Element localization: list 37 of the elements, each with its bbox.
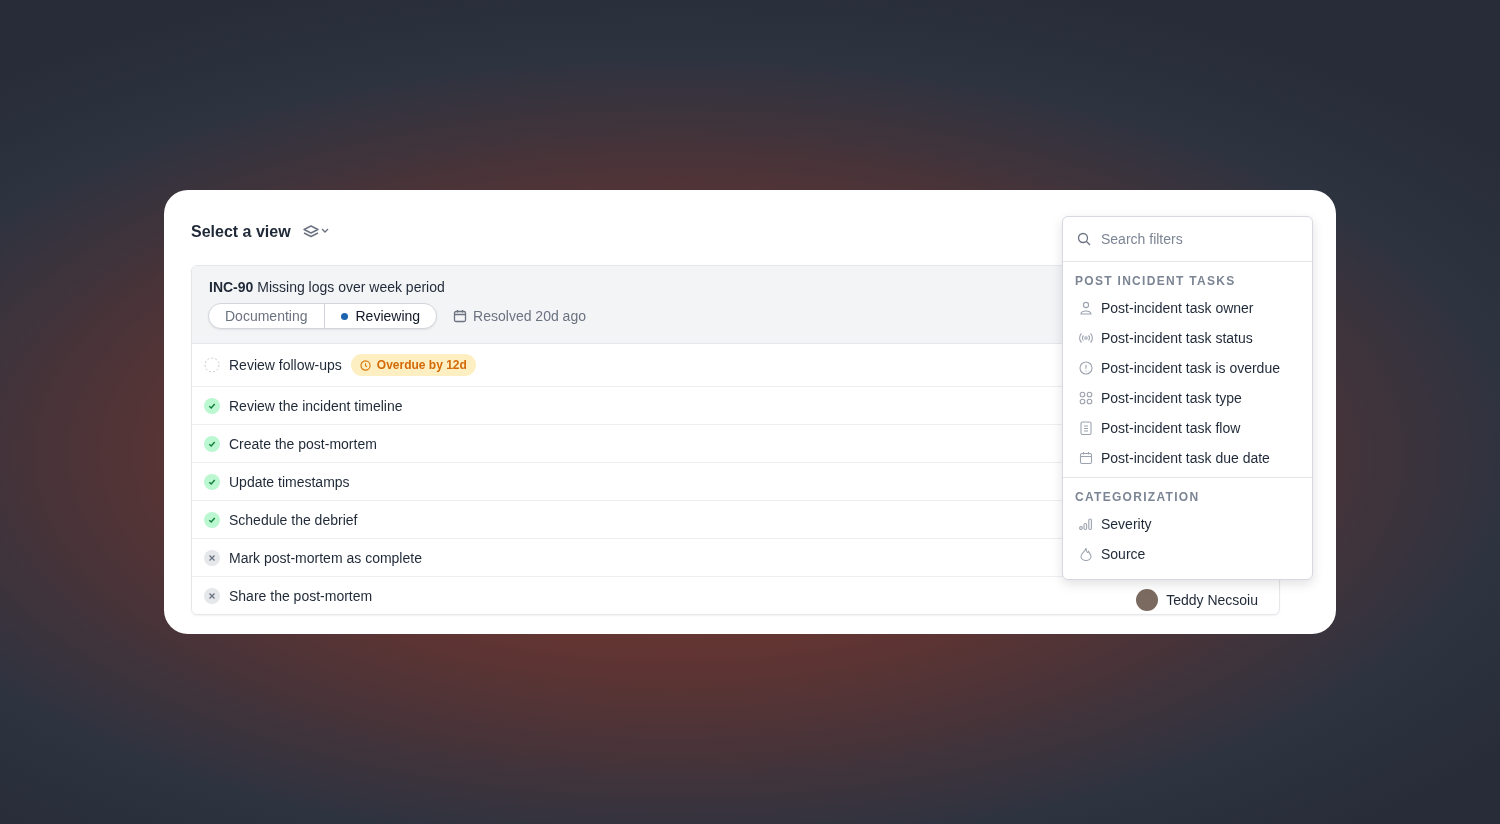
flame-icon (1079, 547, 1093, 561)
filter-option[interactable]: Post-incident task due date (1063, 443, 1312, 473)
filter-option[interactable]: Post-incident task type (1063, 383, 1312, 413)
task-name[interactable]: Review the incident timeline (229, 397, 403, 414)
view-title: Select a view (191, 223, 291, 241)
avatar (1136, 588, 1159, 611)
task-name[interactable]: Schedule the debrief (229, 511, 358, 528)
filter-option[interactable]: Post-incident task status (1063, 323, 1312, 353)
filter-option[interactable]: Post-incident task is overdue (1063, 353, 1312, 383)
calendar-icon (453, 309, 468, 323)
search-field[interactable]: Search filters (1099, 230, 1283, 248)
calendar-icon (1079, 451, 1093, 465)
filter-option[interactable]: Severity (1063, 509, 1312, 539)
signal-icon (1079, 331, 1093, 345)
person-icon (1079, 301, 1093, 315)
group-heading: CATEGORIZATION (1074, 490, 1201, 506)
filter-option[interactable]: Source (1063, 539, 1312, 569)
group-heading: POST INCIDENT TASKS (1074, 274, 1237, 290)
search-icon (1077, 232, 1091, 246)
task-name[interactable]: Update timestamps (229, 473, 350, 490)
owner-name: Teddy Necsoiu (1166, 591, 1258, 608)
bar-chart-icon (1079, 517, 1093, 531)
overdue-badge: Overdue by 12d (350, 354, 476, 376)
incident-title: INC-90 Missing logs over week period (209, 279, 445, 295)
resolved-time: Resolved 20d ago (473, 308, 586, 324)
status-step[interactable]: Documenting (209, 304, 324, 328)
task-name[interactable]: Create the post-mortem (229, 435, 377, 452)
status-step[interactable]: Reviewing (323, 304, 437, 328)
clipboard-icon (1079, 421, 1093, 435)
task-name[interactable]: Share the post-mortem (229, 587, 373, 604)
layers-icon[interactable] (302, 224, 331, 240)
filter-option[interactable]: Post-incident task flow (1063, 413, 1312, 443)
task-name[interactable]: Mark post-mortem as complete (229, 549, 422, 566)
filter-option[interactable]: Post-incident task owner (1063, 293, 1312, 323)
task-name[interactable]: Review follow-ups (229, 357, 342, 373)
alert-icon (1079, 361, 1093, 375)
grid-icon (1079, 391, 1093, 405)
